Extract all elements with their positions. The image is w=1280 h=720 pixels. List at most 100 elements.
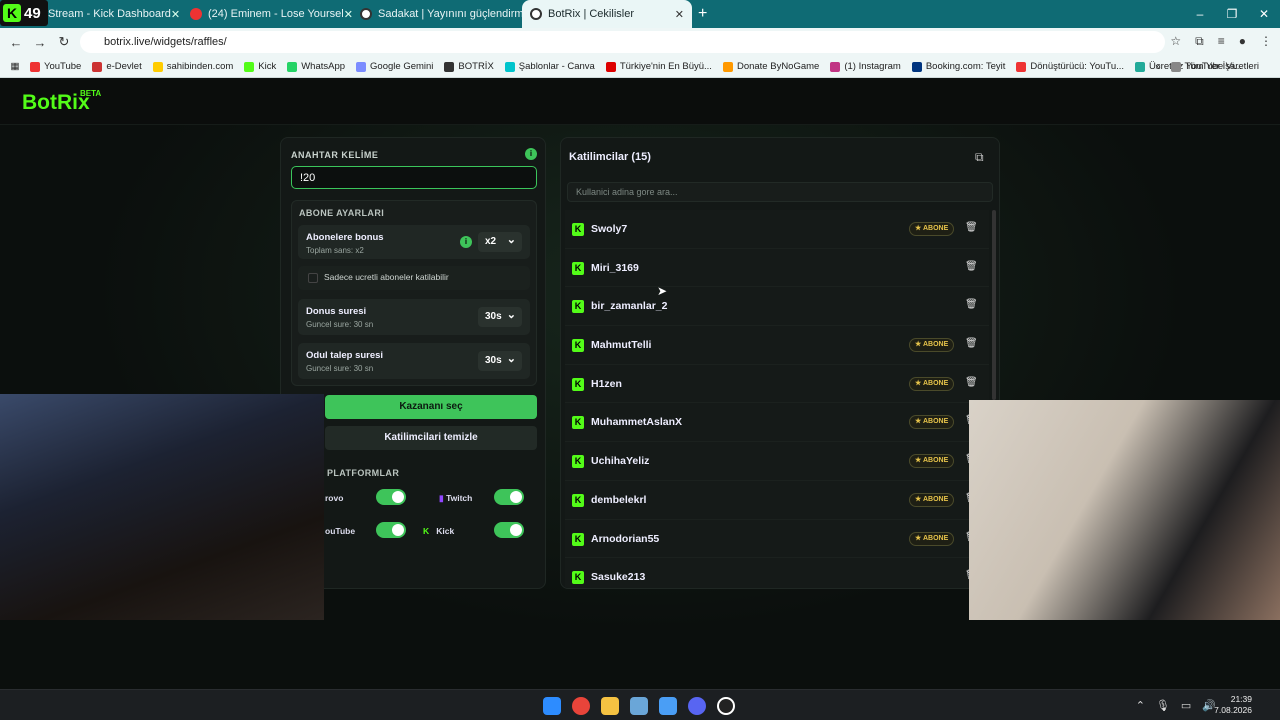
trash-icon[interactable]: 🗑: [965, 261, 978, 272]
tab-title: (24) Eminem - Lose Yoursel: [208, 8, 344, 20]
paid-only-checkbox[interactable]: [308, 273, 318, 283]
bookmark[interactable]: sahibinden.com: [152, 61, 233, 72]
url-text: botrix.live/widgets/raffles/: [104, 36, 227, 48]
back-icon[interactable]: ←: [4, 35, 28, 50]
trash-icon[interactable]: 🗑: [965, 222, 978, 233]
copy-icon[interactable]: ⧉: [975, 150, 989, 164]
bookmark[interactable]: Şablonlar - Canva: [504, 61, 595, 72]
trash-icon[interactable]: 🗑: [965, 377, 978, 388]
participant-row[interactable]: K H1zen ★ ABONE 🗑: [565, 364, 989, 404]
more-bookmarks-icon[interactable]: »: [1155, 61, 1160, 72]
settings-icon[interactable]: [630, 697, 648, 715]
participant-row[interactable]: Kbir_zamanlar_2 🗑: [565, 287, 989, 327]
info-icon[interactable]: i: [460, 236, 472, 248]
participant-row[interactable]: KMuhammetAslanX★ ABONE🗑: [565, 403, 989, 443]
bookmark[interactable]: BOTRİX: [444, 61, 494, 72]
bonus-card: Abonelere bonus Toplam sans: x2 i x2: [298, 225, 530, 259]
subscriber-badge: ★ ABONE: [909, 338, 955, 353]
platforms-label: PLATFORMLAR: [327, 468, 400, 478]
participant-row[interactable]: K Miri_3169 🗑: [565, 248, 989, 288]
participant-search-input[interactable]: Kullanici adina gore ara...: [567, 182, 993, 202]
apps-icon[interactable]: ▦: [0, 61, 30, 72]
bookmark[interactable]: Dönüştürücü: YouTu...: [1016, 61, 1124, 72]
chevron-up-icon[interactable]: ⌃: [1136, 699, 1145, 712]
menu-icon[interactable]: ⋮: [1260, 34, 1272, 49]
bonus-dropdown[interactable]: x2: [478, 232, 522, 252]
bookmark[interactable]: Türkiye'nin En Büyü...: [605, 61, 712, 72]
close-window-icon[interactable]: ✕: [1248, 7, 1280, 21]
address-bar-row: ← → ↻ botrix.live/widgets/raffles/ ☆ ⧉ ≡…: [0, 28, 1280, 56]
media-icon[interactable]: ≡: [1218, 34, 1225, 49]
webcam-overlay-left: [0, 394, 324, 620]
subscriber-settings: ABONE AYARLARI Abonelere bonus Toplam sa…: [291, 200, 537, 386]
folder-icon[interactable]: [601, 697, 619, 715]
info-icon[interactable]: i: [525, 148, 537, 160]
chrome-icon[interactable]: [572, 697, 590, 715]
participant-row[interactable]: KArnodorian55★ ABONE🗑: [565, 519, 989, 559]
bookmark[interactable]: YouTube: [30, 61, 81, 72]
botrix-logo[interactable]: BotRix BETA: [22, 89, 101, 115]
url-field[interactable]: botrix.live/widgets/raffles/: [80, 31, 1165, 53]
bonus-title: Abonelere bonus: [306, 232, 384, 243]
keyword-input[interactable]: !20: [291, 166, 537, 189]
platform-twitch-toggle[interactable]: [494, 489, 524, 505]
minimize-icon[interactable]: –: [1184, 7, 1216, 21]
close-icon[interactable]: ✕: [344, 8, 352, 21]
participant-row[interactable]: KUchihaYeliz★ ABONE🗑: [565, 442, 989, 481]
participant-name: bir_zamanlar_2: [591, 300, 668, 313]
bookmark[interactable]: Google Gemini: [356, 61, 433, 72]
profile-icon[interactable]: ●: [1239, 34, 1246, 49]
pick-winner-button[interactable]: Kazananı seç: [325, 395, 537, 419]
trash-icon[interactable]: 🗑: [965, 338, 978, 349]
tab-botrix[interactable]: BotRix | Cekilisler ✕: [522, 0, 692, 28]
bookmark[interactable]: Kick: [244, 61, 276, 72]
bookmark[interactable]: Donate ByNoGame: [722, 61, 819, 72]
close-icon[interactable]: ✕: [171, 8, 180, 21]
start-icon[interactable]: [543, 697, 561, 715]
clock-date: 7.08.2026: [1214, 705, 1252, 715]
trash-icon[interactable]: 🗑: [965, 299, 978, 310]
platform-kick-toggle[interactable]: [494, 522, 524, 538]
forward-icon[interactable]: →: [28, 35, 52, 50]
participant-row[interactable]: Kdembelekrl★ ABONE🗑: [565, 480, 989, 520]
participant-row[interactable]: K MahmutTelli ★ ABONE 🗑: [565, 326, 989, 365]
participants-list: K Swoly7 ★ ABONE 🗑 K Miri_3169 🗑 Kbir_zamanlar_…: [565, 210, 989, 588]
site-icon: [530, 8, 542, 20]
platform-trovo-toggle[interactable]: [376, 489, 406, 505]
app-icon[interactable]: [659, 697, 677, 715]
participants-panel: Katilimcilar (15) ⧉ Kullanici adina gore…: [560, 137, 1000, 589]
bonus-time-dropdown[interactable]: 30s: [478, 307, 522, 327]
close-icon[interactable]: ✕: [675, 8, 684, 21]
kick-icon: K: [572, 416, 584, 430]
mouse-cursor: ➤: [657, 284, 668, 298]
bookmark[interactable]: WhatsApp: [287, 61, 345, 72]
participant-row[interactable]: KSasuke213🗑: [565, 558, 989, 588]
tab-sadakat[interactable]: Sadakat | Yayınını güçlendirme✕: [352, 0, 522, 28]
reload-icon[interactable]: ↻: [52, 34, 76, 50]
all-bookmarks[interactable]: Tüm Yer İşaretleri: [1170, 61, 1259, 72]
platform-youtube-toggle[interactable]: [376, 522, 406, 538]
obs-icon[interactable]: [717, 697, 735, 715]
discord-icon[interactable]: [688, 697, 706, 715]
claim-time-dropdown[interactable]: 30s: [478, 351, 522, 371]
subscriber-badge: ★ ABONE: [909, 492, 955, 507]
paid-only-row[interactable]: Sadece ucretli aboneler katilabilir: [298, 266, 530, 290]
clock[interactable]: 21:39 7.08.2026: [1214, 694, 1252, 716]
bookmark[interactable]: (1) Instagram: [830, 61, 901, 72]
restore-icon[interactable]: ❐: [1216, 7, 1248, 21]
new-tab-button[interactable]: +: [698, 5, 707, 23]
clear-participants-button[interactable]: Katilimcilari temizle: [325, 426, 537, 450]
extensions-icon[interactable]: ⧉: [1195, 34, 1204, 49]
tab-kick-dashboard[interactable]: Stream - Kick Dashboard ✕: [0, 0, 182, 28]
mic-icon[interactable]: 🎙: [1156, 699, 1170, 712]
claim-time-card: Odul talep suresi Guncel sure: 30 sn 30s: [298, 343, 530, 379]
participant-row[interactable]: K Swoly7 ★ ABONE 🗑: [565, 210, 989, 249]
bookmark[interactable]: Booking.com: Teyit: [911, 61, 1005, 72]
network-icon[interactable]: ▭: [1181, 699, 1191, 712]
kick-icon: K: [572, 532, 584, 546]
scrollbar[interactable]: [992, 210, 996, 400]
kick-icon: K: [572, 223, 584, 236]
tab-youtube[interactable]: (24) Eminem - Lose Yoursel ✕: [182, 0, 352, 28]
star-icon[interactable]: ☆: [1170, 34, 1181, 49]
bookmark[interactable]: e-Devlet: [92, 61, 142, 72]
